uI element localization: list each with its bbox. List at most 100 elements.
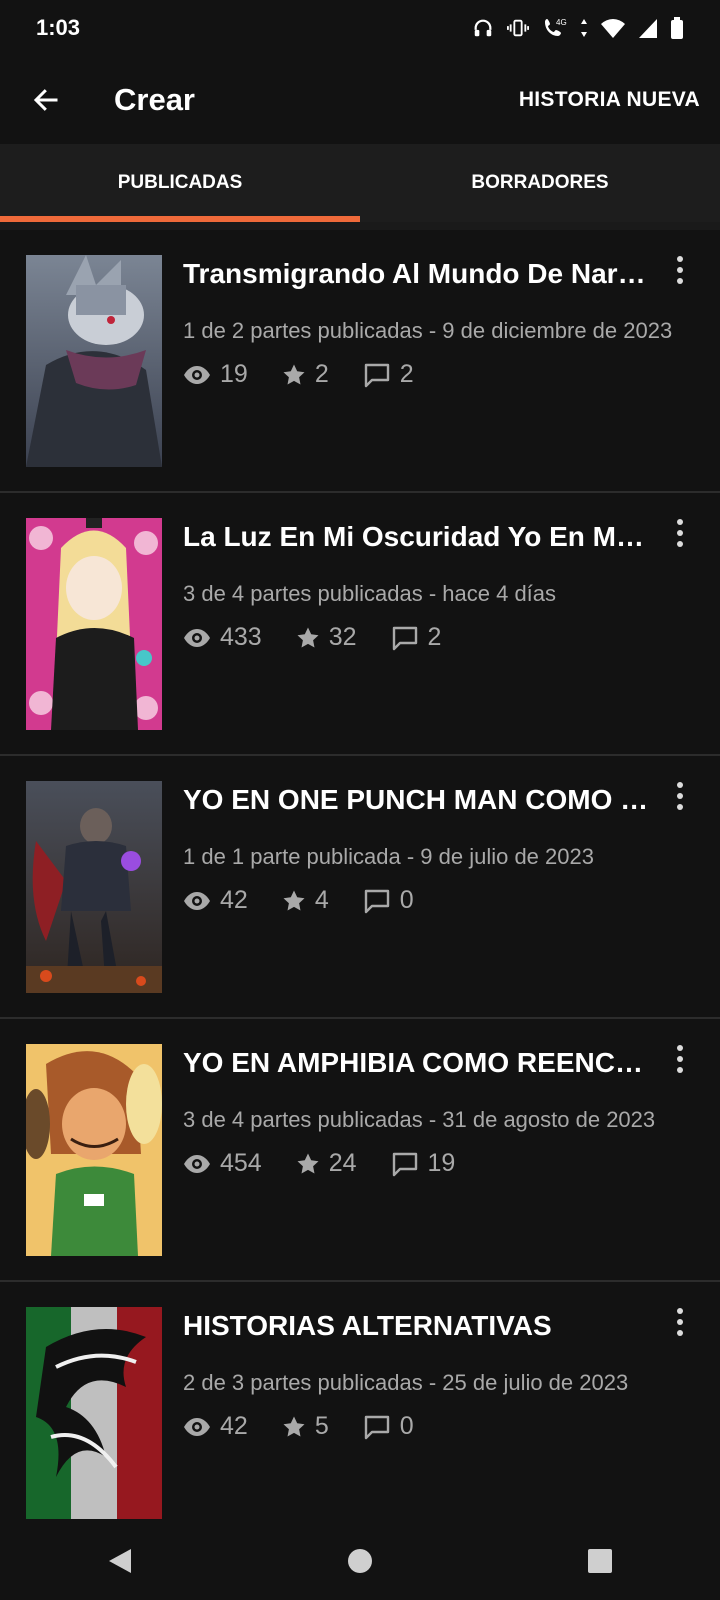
- battery-icon: [671, 17, 683, 39]
- story-cover[interactable]: [26, 781, 162, 993]
- story-stats: 42 5 0: [183, 1412, 448, 1441]
- comments-stat: 0: [363, 886, 414, 915]
- votes-count: 4: [314, 886, 329, 914]
- more-options-icon[interactable]: [668, 776, 692, 816]
- nav-home-button[interactable]: [330, 1531, 390, 1591]
- story-title: YO EN AMPHIBIA COMO REENCAR…: [183, 1047, 653, 1078]
- votes-count: 5: [314, 1412, 329, 1440]
- views-count: 42: [220, 1412, 248, 1440]
- views-stat: 433: [183, 623, 262, 652]
- eye-icon: [184, 628, 210, 647]
- more-options-icon[interactable]: [668, 1302, 692, 1342]
- comment-icon: [364, 363, 389, 387]
- story-item[interactable]: YO EN AMPHIBIA COMO REENCAR… 3 de 4 part…: [0, 1019, 720, 1282]
- divider: [0, 222, 720, 230]
- views-stat: 42: [183, 1412, 248, 1441]
- comments-count: 19: [427, 1149, 456, 1177]
- story-title: HISTORIAS ALTERNATIVAS: [183, 1310, 552, 1341]
- views-count: 42: [220, 886, 248, 914]
- story-item[interactable]: La Luz En Mi Oscuridad Yo En Mar… 3 de 4…: [0, 493, 720, 756]
- signal-icon: [639, 19, 657, 38]
- tab-published[interactable]: PUBLICADAS: [0, 144, 360, 222]
- comments-stat: 2: [363, 360, 414, 389]
- system-nav-bar: [0, 1522, 720, 1600]
- star-icon: [283, 364, 305, 384]
- star-icon: [297, 1153, 319, 1173]
- star-icon: [297, 627, 319, 647]
- more-options-icon[interactable]: [668, 250, 692, 290]
- nav-back-button[interactable]: [90, 1531, 150, 1591]
- votes-stat: 32: [296, 623, 357, 652]
- back-button[interactable]: [22, 76, 70, 124]
- story-stats: 454 24 19: [183, 1149, 489, 1178]
- votes-stat: 5: [282, 1412, 329, 1441]
- more-options-icon[interactable]: [668, 513, 692, 553]
- story-item[interactable]: HISTORIAS ALTERNATIVAS 2 de 3 partes pub…: [0, 1282, 720, 1545]
- views-stat: 19: [183, 360, 248, 389]
- votes-count: 2: [314, 360, 329, 388]
- votes-count: 24: [328, 1149, 357, 1177]
- story-title: Transmigrando Al Mundo De Narut…: [183, 258, 653, 289]
- story-cover[interactable]: [26, 255, 162, 467]
- story-meta: 2 de 3 partes publicadas - 25 de julio d…: [183, 1370, 629, 1395]
- page-title: Crear: [114, 82, 195, 117]
- views-stat: 42: [183, 886, 248, 915]
- views-count: 19: [220, 360, 248, 388]
- story-list: Transmigrando Al Mundo De Narut… 1 de 2 …: [0, 230, 720, 1545]
- status-time: 1:03: [36, 15, 81, 40]
- story-meta: 3 de 4 partes publicadas - 31 de agosto …: [183, 1107, 656, 1132]
- votes-stat: 2: [282, 360, 329, 389]
- story-item[interactable]: YO EN ONE PUNCH MAN COMO U… 1 de 1 parte…: [0, 756, 720, 1019]
- more-options-icon[interactable]: [668, 1039, 692, 1079]
- comment-icon: [364, 1415, 389, 1439]
- comments-count: 0: [399, 886, 414, 914]
- views-stat: 454: [183, 1149, 262, 1178]
- comments-stat: 2: [391, 623, 442, 652]
- nav-recents-button[interactable]: [570, 1531, 630, 1591]
- comment-icon: [392, 1152, 417, 1176]
- eye-icon: [184, 1154, 210, 1173]
- tab-bar: PUBLICADAS BORRADORES: [0, 144, 720, 222]
- headphones-icon: [474, 19, 492, 37]
- network-type-label: 4G: [556, 18, 567, 27]
- data-arrows-icon: [581, 19, 587, 37]
- story-meta: 3 de 4 partes publicadas - hace 4 días: [183, 581, 557, 606]
- story-cover[interactable]: [26, 1307, 162, 1519]
- square-recents-icon: [588, 1549, 612, 1573]
- views-count: 454: [220, 1149, 262, 1177]
- eye-icon: [184, 365, 210, 384]
- story-meta: 1 de 1 parte publicada - 9 de julio de 2…: [183, 844, 594, 869]
- votes-count: 32: [328, 623, 357, 651]
- new-story-button[interactable]: HISTORIA NUEVA: [519, 88, 700, 112]
- circle-home-icon: [348, 1549, 372, 1573]
- status-icons: 4G: [472, 16, 684, 40]
- tab-drafts[interactable]: BORRADORES: [360, 144, 720, 222]
- story-cover[interactable]: [26, 1044, 162, 1256]
- eye-icon: [184, 891, 210, 910]
- comments-count: 2: [399, 360, 414, 388]
- star-icon: [283, 1416, 305, 1436]
- comments-count: 2: [427, 623, 442, 651]
- comments-stat: 19: [391, 1149, 456, 1178]
- votes-stat: 24: [296, 1149, 357, 1178]
- wifi-calling-icon: 4G: [545, 18, 567, 36]
- comment-icon: [364, 889, 389, 913]
- arrow-back-icon: [33, 89, 58, 111]
- app-bar: Crear HISTORIA NUEVA: [0, 56, 720, 144]
- story-title: La Luz En Mi Oscuridad Yo En Mar…: [183, 521, 653, 552]
- comments-stat: 0: [363, 1412, 414, 1441]
- eye-icon: [184, 1417, 210, 1436]
- star-icon: [283, 890, 305, 910]
- story-item[interactable]: Transmigrando Al Mundo De Narut… 1 de 2 …: [0, 230, 720, 493]
- comment-icon: [392, 626, 417, 650]
- views-count: 433: [220, 623, 262, 651]
- comments-count: 0: [399, 1412, 414, 1440]
- story-cover[interactable]: [26, 518, 162, 730]
- votes-stat: 4: [282, 886, 329, 915]
- wifi-icon: [601, 19, 625, 38]
- vibrate-icon: [507, 19, 529, 37]
- story-stats: 19 2 2: [183, 360, 448, 389]
- story-stats: 42 4 0: [183, 886, 448, 915]
- story-stats: 433 32 2: [183, 623, 475, 652]
- story-meta: 1 de 2 partes publicadas - 9 de diciembr…: [183, 318, 673, 343]
